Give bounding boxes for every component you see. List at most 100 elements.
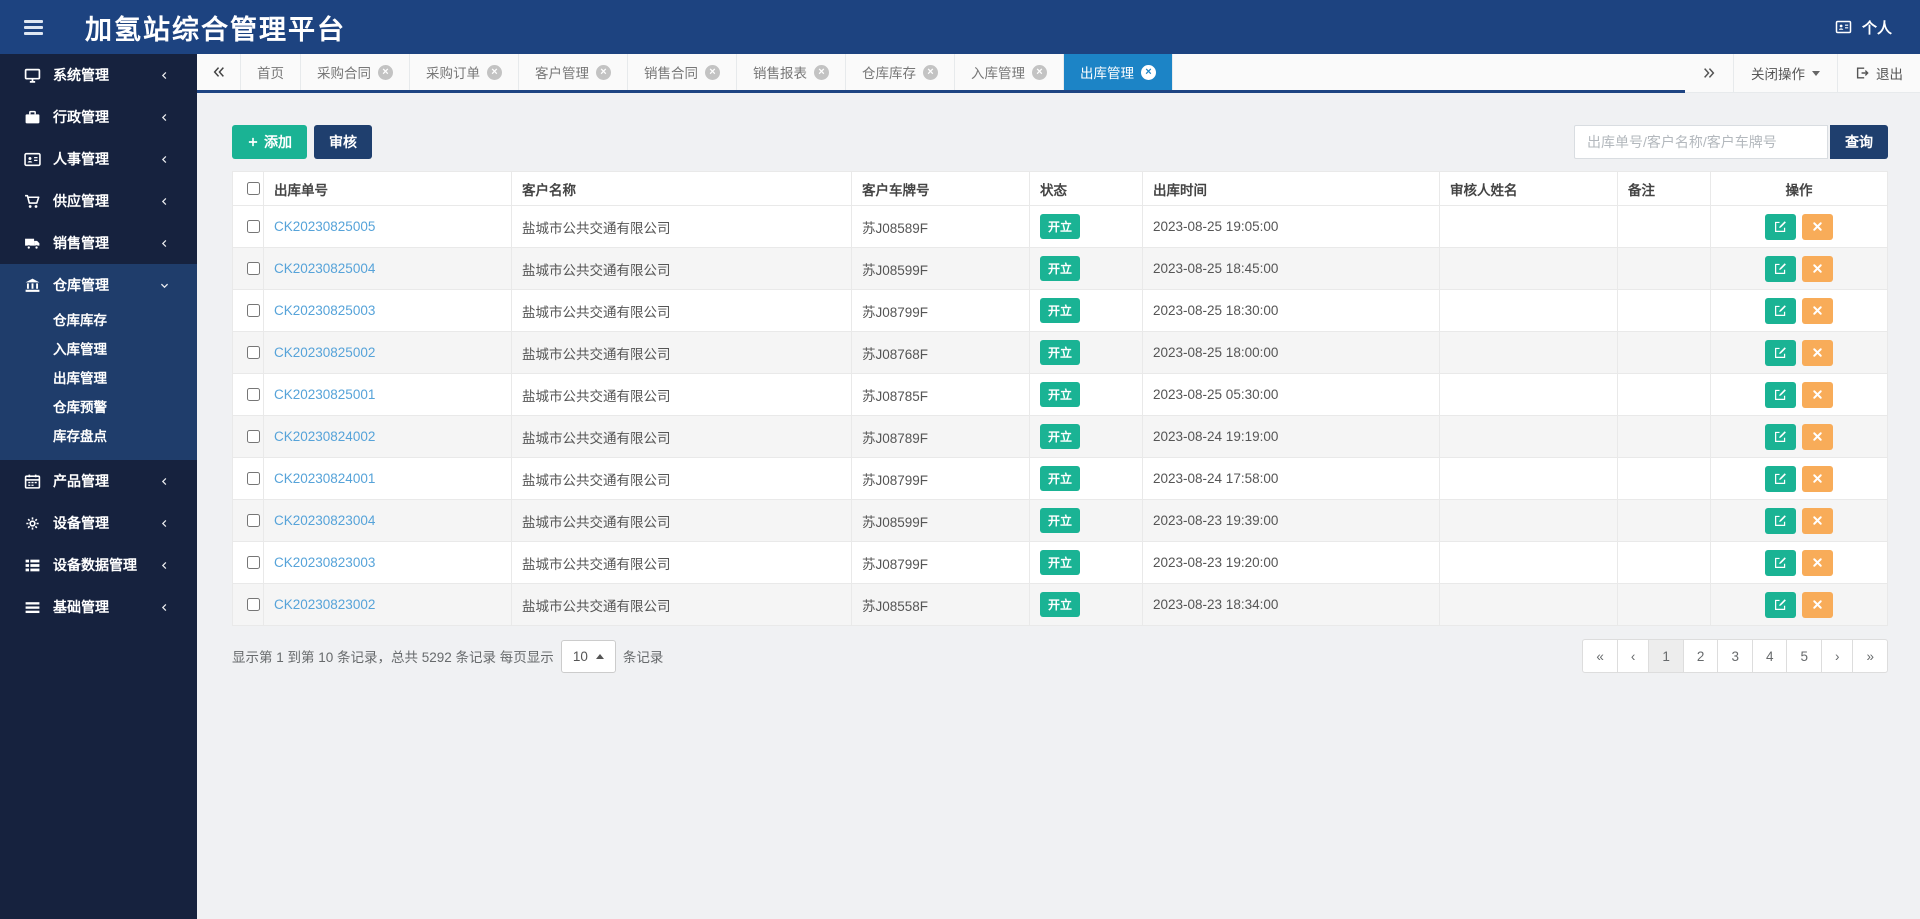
- pagination-next-button[interactable]: ›: [1820, 639, 1854, 673]
- row-checkbox[interactable]: [247, 514, 260, 527]
- edit-button[interactable]: [1765, 591, 1796, 618]
- row-checkbox[interactable]: [247, 388, 260, 401]
- pagination-page-button[interactable]: 5: [1786, 639, 1822, 673]
- order-link[interactable]: CK20230823003: [274, 555, 375, 570]
- tab-item[interactable]: 仓库库存 ×: [846, 54, 955, 90]
- order-link[interactable]: CK20230824001: [274, 471, 375, 486]
- order-link[interactable]: CK20230825004: [274, 261, 375, 276]
- user-menu[interactable]: 个人: [1834, 17, 1892, 38]
- edit-button[interactable]: [1765, 255, 1796, 282]
- delete-button[interactable]: [1802, 213, 1833, 240]
- tab-close-icon[interactable]: ×: [1032, 64, 1047, 80]
- tab-close-icon[interactable]: ×: [1141, 64, 1156, 80]
- delete-button[interactable]: [1802, 255, 1833, 282]
- order-link[interactable]: CK20230825002: [274, 345, 375, 360]
- edit-button[interactable]: [1765, 549, 1796, 576]
- delete-button[interactable]: [1802, 591, 1833, 618]
- tab-close-icon[interactable]: ×: [596, 64, 611, 80]
- edit-button[interactable]: [1765, 297, 1796, 324]
- delete-button[interactable]: [1802, 507, 1833, 534]
- row-checkbox[interactable]: [247, 472, 260, 485]
- row-checkbox[interactable]: [247, 346, 260, 359]
- order-link[interactable]: CK20230825003: [274, 303, 375, 318]
- sidebar-item[interactable]: 基础管理: [0, 586, 197, 628]
- sidebar-item[interactable]: 人事管理: [0, 138, 197, 180]
- delete-button[interactable]: [1802, 423, 1833, 450]
- sidebar-subitem[interactable]: 仓库库存: [0, 306, 197, 335]
- chevron-down-icon: [159, 280, 170, 291]
- tab-item[interactable]: 销售合同 ×: [628, 54, 737, 90]
- search-input[interactable]: [1574, 125, 1828, 159]
- order-link[interactable]: CK20230823004: [274, 513, 375, 528]
- audit-button[interactable]: 审核: [314, 125, 372, 159]
- pagination-first-button[interactable]: «: [1582, 639, 1618, 673]
- row-checkbox[interactable]: [247, 304, 260, 317]
- tabs-scroll-left-button[interactable]: [197, 54, 241, 90]
- edit-button[interactable]: [1765, 213, 1796, 240]
- main-area: 首页 采购合同 × 采购订单 × 客户管理 × 销售合同 × 销售报表 × 仓库库存 × 入库管理 × 出库管…: [197, 0, 1920, 673]
- order-link[interactable]: CK20230825001: [274, 387, 375, 402]
- order-link[interactable]: CK20230825005: [274, 219, 375, 234]
- delete-button[interactable]: [1802, 297, 1833, 324]
- edit-button[interactable]: [1765, 507, 1796, 534]
- tabs-scroll-right-button[interactable]: [1685, 54, 1733, 92]
- row-checkbox[interactable]: [247, 598, 260, 611]
- edit-icon: [1774, 304, 1787, 317]
- sidebar-item[interactable]: 销售管理: [0, 222, 197, 264]
- query-button[interactable]: 查询: [1830, 125, 1888, 159]
- close-actions-dropdown[interactable]: 关闭操作: [1733, 54, 1837, 92]
- tab-close-icon[interactable]: ×: [378, 64, 393, 80]
- tab-close-icon[interactable]: ×: [487, 64, 502, 80]
- delete-button[interactable]: [1802, 381, 1833, 408]
- select-all-checkbox[interactable]: [247, 182, 260, 195]
- sidebar-item[interactable]: 系统管理: [0, 54, 197, 96]
- sidebar-item[interactable]: 设备管理: [0, 502, 197, 544]
- time-cell: 2023-08-25 19:05:00: [1142, 205, 1440, 248]
- sidebar-subitem[interactable]: 库存盘点: [0, 422, 197, 451]
- order-link[interactable]: CK20230823002: [274, 597, 375, 612]
- delete-button[interactable]: [1802, 465, 1833, 492]
- row-checkbox[interactable]: [247, 220, 260, 233]
- sidebar-subitem[interactable]: 入库管理: [0, 335, 197, 364]
- delete-button[interactable]: [1802, 549, 1833, 576]
- tab-close-icon[interactable]: ×: [923, 64, 938, 80]
- sidebar-item[interactable]: 设备数据管理: [0, 544, 197, 586]
- tab-item[interactable]: 入库管理 ×: [955, 54, 1064, 90]
- pagination-page-button[interactable]: 2: [1682, 639, 1719, 673]
- time-cell: 2023-08-25 18:00:00: [1142, 331, 1440, 374]
- row-checkbox[interactable]: [247, 430, 260, 443]
- sidebar-subitem[interactable]: 出库管理: [0, 364, 197, 393]
- pagination-prev-button[interactable]: ‹: [1616, 639, 1650, 673]
- add-button[interactable]: 添加: [232, 125, 307, 159]
- delete-button[interactable]: [1802, 339, 1833, 366]
- query-button-label: 查询: [1845, 134, 1873, 150]
- row-checkbox[interactable]: [247, 262, 260, 275]
- edit-button[interactable]: [1765, 381, 1796, 408]
- tab-close-icon[interactable]: ×: [705, 64, 720, 80]
- edit-button[interactable]: [1765, 465, 1796, 492]
- pagination-page-button[interactable]: 3: [1717, 639, 1753, 673]
- sidebar-item[interactable]: 产品管理: [0, 460, 197, 502]
- row-checkbox[interactable]: [247, 556, 260, 569]
- tab-item[interactable]: 采购订单 ×: [410, 54, 519, 90]
- tab-close-icon[interactable]: ×: [814, 64, 829, 80]
- edit-button[interactable]: [1765, 339, 1796, 366]
- tab-item[interactable]: 首页: [241, 54, 301, 90]
- sidebar-item[interactable]: 供应管理: [0, 180, 197, 222]
- tab-item[interactable]: 采购合同 ×: [301, 54, 410, 90]
- sidebar-subitem[interactable]: 仓库预警: [0, 393, 197, 422]
- logout-button[interactable]: 退出: [1837, 54, 1920, 92]
- sidebar-item[interactable]: 行政管理: [0, 96, 197, 138]
- sidebar-item[interactable]: 仓库管理: [0, 264, 197, 306]
- page-size-dropdown[interactable]: 10: [560, 639, 616, 673]
- sidebar-toggle-icon[interactable]: [24, 19, 43, 35]
- pagination-page-button[interactable]: 4: [1751, 639, 1788, 673]
- edit-button[interactable]: [1765, 423, 1796, 450]
- pagination-last-button[interactable]: »: [1852, 639, 1888, 673]
- order-link[interactable]: CK20230824002: [274, 429, 375, 444]
- tab-item[interactable]: 销售报表 ×: [737, 54, 846, 90]
- close-icon: [1811, 598, 1824, 611]
- tab-item[interactable]: 出库管理 ×: [1064, 54, 1173, 90]
- pagination-page-button[interactable]: 1: [1648, 639, 1684, 673]
- tab-item[interactable]: 客户管理 ×: [519, 54, 628, 90]
